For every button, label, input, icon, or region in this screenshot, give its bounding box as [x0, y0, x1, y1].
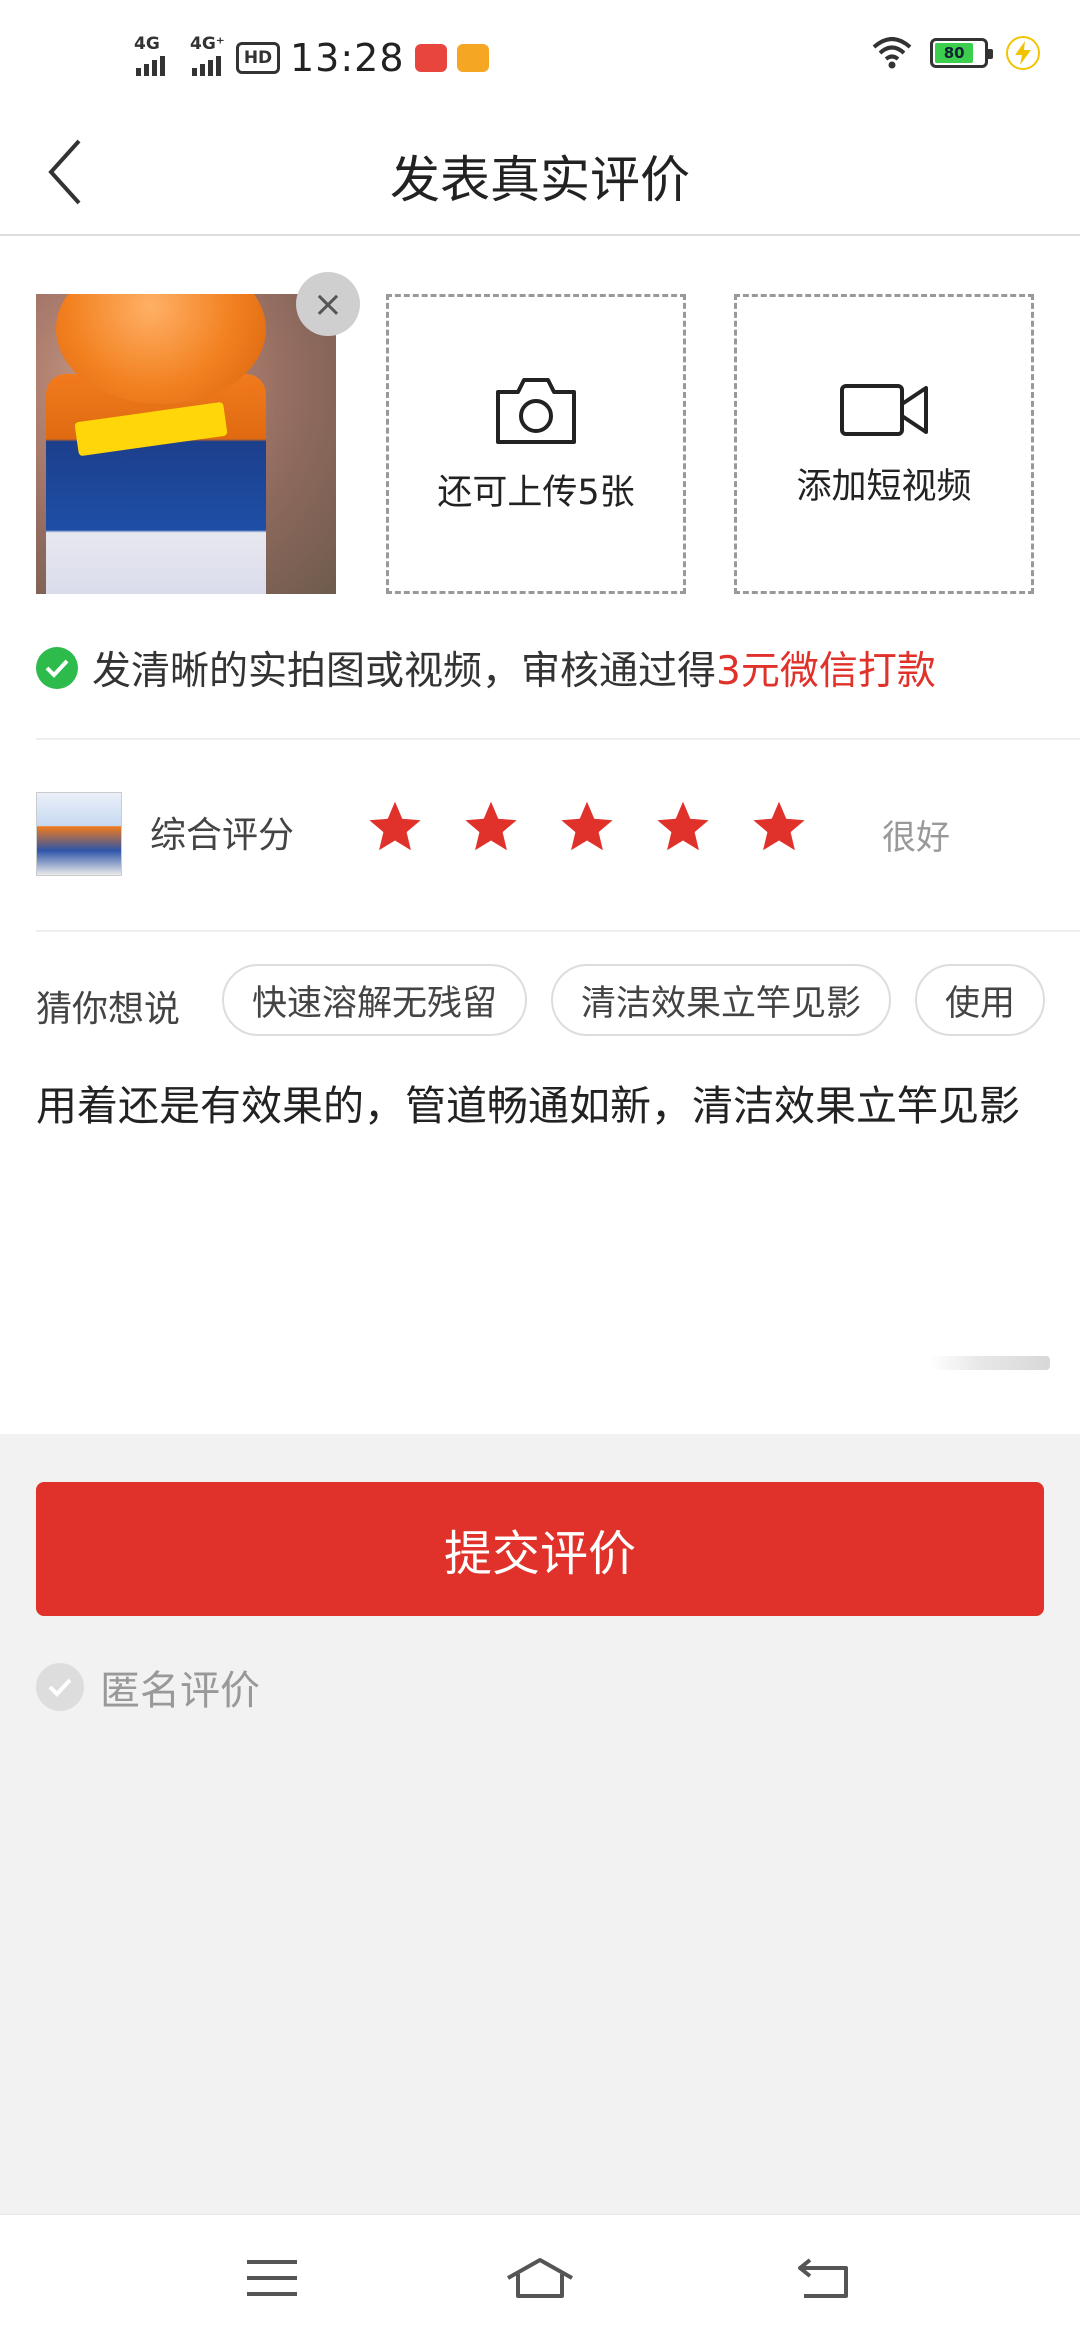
- hd-voice-icon: HD: [236, 42, 280, 74]
- camera-icon: [496, 377, 576, 444]
- rating-value-text: 很好: [882, 818, 950, 858]
- review-textarea[interactable]: 用着还是有效果的，管道畅通如新，清洁效果立竿见影: [36, 1074, 1046, 1138]
- status-left: 4G 4G⁺ HD 13:28: [134, 34, 489, 80]
- reward-tip-highlight: 3元微信打款: [716, 649, 936, 694]
- wifi-icon: [872, 37, 912, 69]
- system-back-button[interactable]: [784, 2243, 864, 2313]
- suggestion-row: 猜你想说 快速溶解无残留 清洁效果立竿见影 使用: [36, 964, 1080, 1040]
- textarea-resize-handle: [930, 1356, 1050, 1370]
- page-header: 发表真实评价: [0, 110, 1080, 236]
- anonymous-label: 匿名评价: [100, 1668, 260, 1714]
- suggestion-chip[interactable]: 清洁效果立竿见影: [551, 964, 892, 1036]
- review-form: × 还可上传5张 添加短视频 发清晰的实拍图或视频，审核通过得 3元微信打款 综合…: [0, 236, 1080, 1434]
- suggestion-chip[interactable]: 使用: [915, 964, 1046, 1036]
- signal-icon: 4G: [134, 34, 170, 76]
- status-bar: 4G 4G⁺ HD 13:28 80: [0, 0, 1080, 110]
- anonymous-toggle[interactable]: 匿名评价: [36, 1658, 260, 1716]
- divider: [36, 738, 1080, 740]
- home-button[interactable]: [500, 2243, 580, 2313]
- suggestion-chip[interactable]: 快速溶解无残留: [222, 964, 528, 1036]
- toutiao-app-icon: [414, 44, 447, 72]
- suggestion-label: 猜你想说: [36, 989, 181, 1030]
- upload-photo-button[interactable]: 还可上传5张: [386, 294, 686, 594]
- battery-level: 80: [935, 43, 974, 63]
- divider: [36, 930, 1080, 932]
- star-icon[interactable]: [462, 798, 520, 856]
- upload-photo-label: 还可上传5张: [437, 472, 635, 513]
- home-icon: [507, 2258, 573, 2298]
- star-icon[interactable]: [366, 798, 424, 856]
- product-thumbnail: [36, 792, 122, 876]
- page-title: 发表真实评价: [390, 151, 690, 209]
- charging-icon: [1006, 36, 1040, 70]
- return-icon: [798, 2258, 848, 2298]
- signal-icon: 4G⁺: [190, 34, 226, 76]
- submit-review-button[interactable]: 提交评价: [36, 1482, 1044, 1616]
- video-app-icon: [456, 44, 489, 72]
- star-icon[interactable]: [654, 798, 712, 856]
- clock: 13:28: [290, 36, 405, 80]
- suggestion-chips: 快速溶解无残留 清洁效果立竿见影 使用: [222, 964, 1046, 1036]
- rating-label: 综合评分: [150, 815, 295, 856]
- system-nav-bar: [0, 2214, 1080, 2340]
- network-label: 4G⁺: [190, 34, 225, 54]
- menu-icon: [247, 2260, 297, 2296]
- network-label: 4G: [134, 34, 160, 54]
- add-video-button[interactable]: 添加短视频: [734, 294, 1034, 594]
- check-circle-icon: [36, 647, 78, 689]
- check-circle-icon: [36, 1663, 84, 1711]
- star-icon[interactable]: [750, 798, 808, 856]
- recent-apps-button[interactable]: [232, 2243, 312, 2313]
- star-rating: [366, 798, 808, 856]
- close-icon: ×: [312, 283, 344, 325]
- remove-photo-button[interactable]: ×: [296, 272, 360, 336]
- add-video-label: 添加短视频: [796, 466, 972, 507]
- status-right: 80: [872, 36, 1040, 70]
- reward-tip-text: 发清晰的实拍图或视频，审核通过得: [92, 649, 717, 694]
- uploaded-photo[interactable]: [36, 294, 336, 594]
- star-icon[interactable]: [558, 798, 616, 856]
- video-camera-icon: [840, 383, 928, 436]
- overall-rating: 综合评分 很好: [36, 792, 1046, 876]
- reward-tip: 发清晰的实拍图或视频，审核通过得 3元微信打款: [36, 640, 936, 696]
- battery-icon: 80: [930, 38, 993, 68]
